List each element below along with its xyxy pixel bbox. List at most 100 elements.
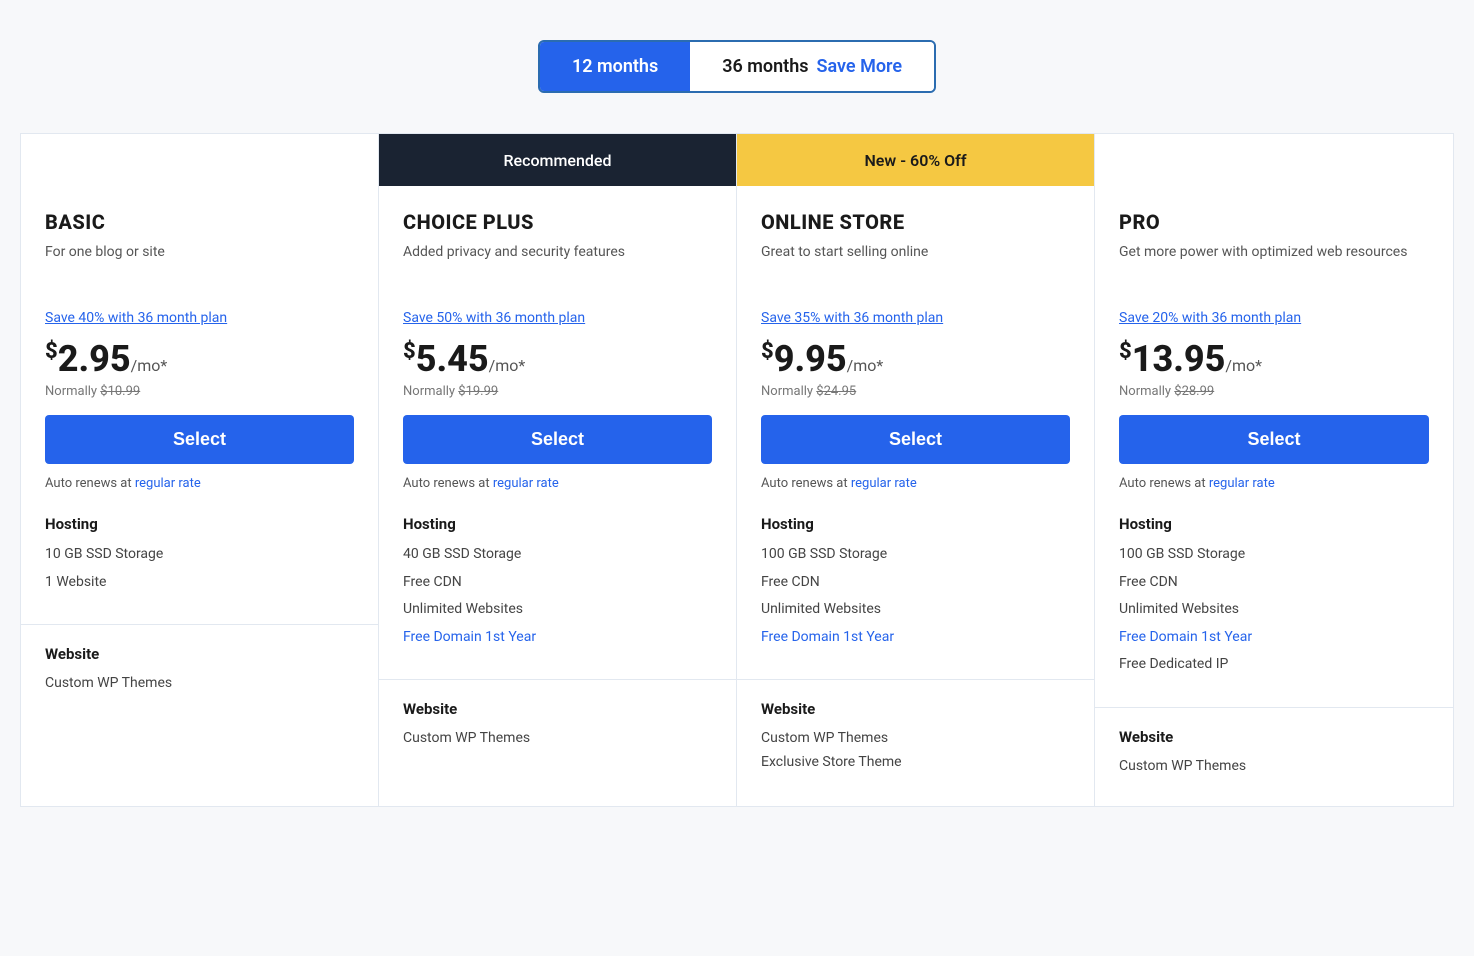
hosting-feature-pro-1: Free CDN: [1119, 573, 1429, 593]
website-feature-basic-0: Custom WP Themes: [45, 675, 354, 691]
save-link-online-store[interactable]: Save 35% with 36 month plan: [761, 310, 943, 326]
save-link-basic[interactable]: Save 40% with 36 month plan: [45, 310, 227, 326]
price-period-pro: /mo*: [1225, 356, 1262, 375]
hosting-feature-basic-0: 10 GB SSD Storage: [45, 545, 354, 565]
billing-toggle: 12 months 36 months Save More: [20, 40, 1454, 93]
plan-badge-online-store: New - 60% Off: [737, 134, 1094, 186]
features-section-choice-plus: Hosting 40 GB SSD Storage Free CDN Unlimite…: [379, 515, 736, 679]
select-button-online-store[interactable]: Select: [761, 415, 1070, 464]
website-label-online-store: Website: [761, 700, 1070, 718]
plan-description-basic: For one blog or site: [45, 242, 354, 294]
website-label-pro: Website: [1119, 728, 1429, 746]
website-feature-choice-plus-0: Custom WP Themes: [403, 730, 712, 746]
plan-description-pro: Get more power with optimized web resour…: [1119, 242, 1429, 294]
price-container-pro: $13.95/mo*: [1119, 338, 1429, 380]
hosting-feature-online-store-2: Unlimited Websites: [761, 600, 1070, 620]
plan-price-pro: $13.95/mo*: [1119, 338, 1262, 380]
plan-name-choice-plus: CHOICE PLUS: [403, 210, 712, 234]
hosting-feature-online-store-3: Free Domain 1st Year: [761, 628, 1070, 648]
hosting-feature-choice-plus-2: Unlimited Websites: [403, 600, 712, 620]
auto-renew-basic: Auto renews at regular rate: [45, 476, 354, 491]
hosting-feature-pro-2: Unlimited Websites: [1119, 600, 1429, 620]
price-currency-choice-plus: $: [403, 339, 416, 364]
website-section-choice-plus: Website Custom WP Themes: [379, 679, 736, 778]
plan-badge-basic: [21, 134, 378, 186]
toggle-36-months[interactable]: 36 months Save More: [690, 42, 934, 91]
rate-link-basic[interactable]: regular rate: [135, 476, 201, 491]
website-feature-online-store-1: Exclusive Store Theme: [761, 754, 1070, 770]
plan-price-online-store: $9.95/mo*: [761, 338, 883, 380]
website-label-choice-plus: Website: [403, 700, 712, 718]
select-button-basic[interactable]: Select: [45, 415, 354, 464]
website-feature-pro-0: Custom WP Themes: [1119, 758, 1429, 774]
hosting-feature-basic-1: 1 Website: [45, 573, 354, 593]
hosting-feature-pro-0: 100 GB SSD Storage: [1119, 545, 1429, 565]
auto-renew-online-store: Auto renews at regular rate: [761, 476, 1070, 491]
normal-price-basic: Normally $10.99: [45, 384, 354, 399]
features-section-online-store: Hosting 100 GB SSD Storage Free CDN Unlimit…: [737, 515, 1094, 679]
hosting-feature-choice-plus-1: Free CDN: [403, 573, 712, 593]
normal-price-pro: Normally $28.99: [1119, 384, 1429, 399]
plan-name-online-store: ONLINE STORE: [761, 210, 1070, 234]
normal-price-choice-plus: Normally $19.99: [403, 384, 712, 399]
plan-description-online-store: Great to start selling online: [761, 242, 1070, 294]
plan-column-online-store: New - 60% Off ONLINE STORE Great to start …: [737, 134, 1095, 806]
price-period-choice-plus: /mo*: [489, 356, 526, 375]
features-section-pro: Hosting 100 GB SSD Storage Free CDN Unlimit…: [1095, 515, 1453, 707]
select-button-pro[interactable]: Select: [1119, 415, 1429, 464]
website-section-online-store: Website Custom WP Themes Exclusive Store T…: [737, 679, 1094, 802]
hosting-label-basic: Hosting: [45, 515, 354, 533]
plan-name-basic: BASIC: [45, 210, 354, 234]
hosting-feature-pro-3: Free Domain 1st Year: [1119, 628, 1429, 648]
hosting-label-online-store: Hosting: [761, 515, 1070, 533]
price-container-choice-plus: $5.45/mo*: [403, 338, 712, 380]
hosting-feature-pro-4: Free Dedicated IP: [1119, 655, 1429, 675]
save-link-pro[interactable]: Save 20% with 36 month plan: [1119, 310, 1301, 326]
rate-link-online-store[interactable]: regular rate: [851, 476, 917, 491]
toggle-container: 12 months 36 months Save More: [538, 40, 936, 93]
hosting-feature-choice-plus-3: Free Domain 1st Year: [403, 628, 712, 648]
website-section-basic: Website Custom WP Themes: [21, 624, 378, 723]
rate-link-choice-plus[interactable]: regular rate: [493, 476, 559, 491]
strikethrough-price-basic: $10.99: [100, 384, 140, 399]
price-period-online-store: /mo*: [847, 356, 884, 375]
website-feature-online-store-0: Custom WP Themes: [761, 730, 1070, 746]
save-more-label: Save More: [817, 56, 903, 77]
strikethrough-price-pro: $28.99: [1174, 384, 1214, 399]
plan-badge-pro: [1095, 134, 1453, 186]
toggle-36-label: 36 months: [722, 56, 808, 77]
plan-price-basic: $2.95/mo*: [45, 338, 167, 380]
price-currency-basic: $: [45, 339, 58, 364]
price-period-basic: /mo*: [131, 356, 168, 375]
plan-price-choice-plus: $5.45/mo*: [403, 338, 525, 380]
plan-name-pro: PRO: [1119, 210, 1429, 234]
hosting-label-pro: Hosting: [1119, 515, 1429, 533]
auto-renew-pro: Auto renews at regular rate: [1119, 476, 1429, 491]
save-link-choice-plus[interactable]: Save 50% with 36 month plan: [403, 310, 585, 326]
price-currency-pro: $: [1119, 339, 1132, 364]
plan-column-choice-plus: Recommended CHOICE PLUS Added privacy and …: [379, 134, 737, 806]
hosting-feature-online-store-0: 100 GB SSD Storage: [761, 545, 1070, 565]
price-container-online-store: $9.95/mo*: [761, 338, 1070, 380]
plan-column-pro: PRO Get more power with optimized web res…: [1095, 134, 1453, 806]
website-section-pro: Website Custom WP Themes: [1095, 707, 1453, 806]
features-section-basic: Hosting 10 GB SSD Storage 1 Website: [21, 515, 378, 624]
hosting-feature-choice-plus-0: 40 GB SSD Storage: [403, 545, 712, 565]
hosting-feature-online-store-1: Free CDN: [761, 573, 1070, 593]
plan-description-choice-plus: Added privacy and security features: [403, 242, 712, 294]
price-container-basic: $2.95/mo*: [45, 338, 354, 380]
plan-column-basic: BASIC For one blog or site Save 40% with 3…: [21, 134, 379, 806]
page-wrapper: 12 months 36 months Save More BASIC For o…: [0, 40, 1474, 807]
normal-price-online-store: Normally $24.95: [761, 384, 1070, 399]
hosting-label-choice-plus: Hosting: [403, 515, 712, 533]
price-currency-online-store: $: [761, 339, 774, 364]
website-label-basic: Website: [45, 645, 354, 663]
plan-badge-choice-plus: Recommended: [379, 134, 736, 186]
rate-link-pro[interactable]: regular rate: [1209, 476, 1275, 491]
strikethrough-price-choice-plus: $19.99: [458, 384, 498, 399]
auto-renew-choice-plus: Auto renews at regular rate: [403, 476, 712, 491]
select-button-choice-plus[interactable]: Select: [403, 415, 712, 464]
strikethrough-price-online-store: $24.95: [816, 384, 856, 399]
plans-grid: BASIC For one blog or site Save 40% with 3…: [20, 133, 1454, 807]
toggle-12-months[interactable]: 12 months: [540, 42, 690, 91]
